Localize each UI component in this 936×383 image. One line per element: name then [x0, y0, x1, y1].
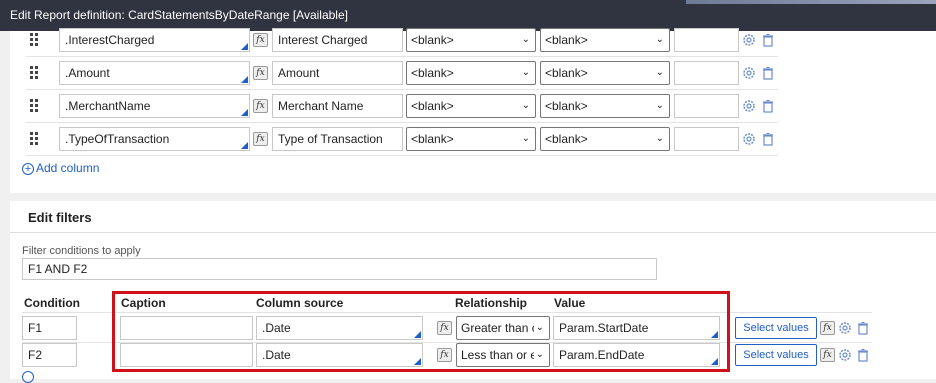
- chevron-down-icon: ⌄: [521, 100, 530, 111]
- column-extra-input[interactable]: [674, 94, 739, 118]
- column-extra-input[interactable]: [674, 127, 739, 151]
- chevron-down-icon: ⌄: [521, 67, 530, 78]
- fx-icon[interactable]: fx: [253, 132, 268, 146]
- header-condition: Condition: [24, 296, 80, 310]
- condition-input[interactable]: F2: [22, 343, 77, 367]
- trash-icon[interactable]: [761, 99, 775, 113]
- drag-handle-icon[interactable]: [30, 132, 39, 145]
- add-filter-icon[interactable]: [22, 371, 34, 383]
- window-title: Edit Report definition: CardStatementsBy…: [10, 8, 348, 22]
- column-select-1[interactable]: <blank> ⌄: [406, 94, 536, 118]
- chevron-down-icon: ⌄: [655, 34, 664, 45]
- trash-icon[interactable]: [761, 66, 775, 80]
- fx-icon[interactable]: fx: [253, 33, 268, 47]
- column-row: .TypeOfTransaction fx Type of Transactio…: [26, 123, 778, 156]
- chevron-down-icon: ⌄: [521, 34, 530, 45]
- column-property-input[interactable]: .Amount: [59, 61, 250, 85]
- chevron-down-icon: ⌄: [521, 133, 530, 144]
- gear-icon[interactable]: [742, 33, 756, 47]
- chevron-down-icon: ⌄: [655, 100, 664, 111]
- column-label-input[interactable]: Interest Charged: [272, 28, 403, 52]
- trash-icon[interactable]: [761, 132, 775, 146]
- column-select-1[interactable]: <blank> ⌄: [406, 28, 536, 52]
- column-select-2[interactable]: <blank> ⌄: [540, 127, 670, 151]
- plus-icon: +: [22, 163, 34, 175]
- gear-icon[interactable]: [838, 321, 852, 335]
- chevron-down-icon: ⌄: [655, 133, 664, 144]
- fx-icon[interactable]: fx: [253, 66, 268, 80]
- filter-conditions-label: Filter conditions to apply: [22, 245, 141, 257]
- column-extra-input[interactable]: [674, 28, 739, 52]
- trash-icon[interactable]: [761, 33, 775, 47]
- column-select-1[interactable]: <blank> ⌄: [406, 61, 536, 85]
- titlebar-accent: [686, 0, 936, 4]
- add-column-label: Add column: [36, 161, 100, 175]
- drag-handle-icon[interactable]: [30, 66, 39, 79]
- column-select-2[interactable]: <blank> ⌄: [540, 94, 670, 118]
- columns-panel: .InterestCharged fx Interest Charged <bl…: [10, 28, 936, 193]
- fx-icon[interactable]: fx: [820, 321, 835, 335]
- gear-icon[interactable]: [742, 132, 756, 146]
- add-column-link[interactable]: + Add column: [22, 161, 99, 175]
- divider: [10, 232, 936, 233]
- column-label-input[interactable]: Type of Transaction: [272, 127, 403, 151]
- highlight-box: [112, 291, 730, 372]
- column-property-input[interactable]: .InterestCharged: [59, 28, 250, 52]
- column-label-input[interactable]: Amount: [272, 61, 403, 85]
- column-property-input[interactable]: .MerchantName: [59, 94, 250, 118]
- column-property-input[interactable]: .TypeOfTransaction: [59, 127, 250, 151]
- fx-icon[interactable]: fx: [820, 348, 835, 362]
- column-label-input[interactable]: Merchant Name: [272, 94, 403, 118]
- column-select-1[interactable]: <blank> ⌄: [406, 127, 536, 151]
- drag-handle-icon[interactable]: [30, 99, 39, 112]
- chevron-down-icon: ⌄: [655, 67, 664, 78]
- filter-conditions-input[interactable]: F1 AND F2: [22, 258, 657, 280]
- column-row: .Amount fx Amount <blank> ⌄ <blank> ⌄: [26, 57, 778, 90]
- column-row: .MerchantName fx Merchant Name <blank> ⌄ …: [26, 90, 778, 123]
- filters-title: Edit filters: [28, 210, 92, 225]
- column-select-2[interactable]: <blank> ⌄: [540, 61, 670, 85]
- select-values-button[interactable]: Select values: [735, 344, 817, 366]
- trash-icon[interactable]: [856, 321, 870, 335]
- select-values-button[interactable]: Select values: [735, 317, 817, 339]
- gear-icon[interactable]: [742, 66, 756, 80]
- column-select-2[interactable]: <blank> ⌄: [540, 28, 670, 52]
- fx-icon[interactable]: fx: [253, 99, 268, 113]
- gear-icon[interactable]: [838, 348, 852, 362]
- trash-icon[interactable]: [856, 348, 870, 362]
- condition-input[interactable]: F1: [22, 316, 77, 340]
- gear-icon[interactable]: [742, 99, 756, 113]
- drag-handle-icon[interactable]: [30, 33, 39, 46]
- column-extra-input[interactable]: [674, 61, 739, 85]
- column-row: .InterestCharged fx Interest Charged <bl…: [26, 24, 778, 57]
